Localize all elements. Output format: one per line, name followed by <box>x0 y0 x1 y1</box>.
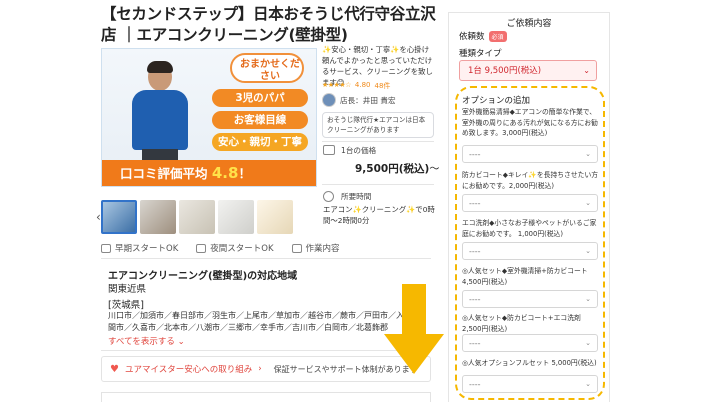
divider <box>322 184 434 185</box>
request-count: 依頼数 必須 <box>459 30 507 42</box>
safety-banner[interactable]: ♥ ユアマイスター安心への取り組み › 保証サービスやサポート体制があります <box>101 356 431 382</box>
option-select[interactable]: ---- ⌄ <box>462 194 598 212</box>
next-section <box>101 392 431 402</box>
option-select[interactable]: ---- ⌄ <box>462 290 598 308</box>
chevron-down-icon: ⌄ <box>585 339 591 347</box>
chevron-down-icon: ⌄ <box>585 380 591 388</box>
tool-icon <box>291 243 302 253</box>
option-description: 室外機簡易清掃◆エアコンの簡単な作業で、室外機の周りにある汚れが気になる方にお勧… <box>462 108 598 137</box>
heart-icon: ♥ <box>110 363 119 375</box>
option-select[interactable]: ---- ⌄ <box>462 375 598 393</box>
feature-row: 早期スタートOK 夜間スタートOK 作業内容 <box>101 242 431 254</box>
moon-icon <box>196 243 207 253</box>
duration-text: エアコン✨クリーニング✨で0時間〜2時間0分 <box>323 205 435 225</box>
star-rating-icon: ★★★★☆ <box>322 81 351 89</box>
hero-rating-banner: 口コミ評価平均 4.8！ <box>102 160 316 186</box>
shop-manager[interactable]: 店長：井田 貴宏 <box>322 93 396 107</box>
option-description: ◎人気セット◆室外機清掃+防カビコート 4,500円(税込) <box>462 267 588 286</box>
safety-link[interactable]: ユアマイスター安心への取り組み <box>125 363 252 375</box>
thumbnail[interactable] <box>218 200 254 234</box>
banner-value: 4.8 <box>211 164 239 182</box>
banner-suffix: ！ <box>238 166 251 181</box>
chevron-down-icon: ⌄ <box>585 199 591 207</box>
hero-tag-customer: お客様目線 <box>212 111 308 129</box>
hero-image[interactable]: おまかせください 3児のパパ お客様目線 安心・親切・丁寧 口コミ評価平均 4.… <box>101 48 317 187</box>
option-select[interactable]: ---- ⌄ <box>462 242 598 260</box>
divider <box>101 350 431 351</box>
chevron-down-icon: ⌄ <box>585 247 591 255</box>
option-description: 防カビコート◆キレイ✨を長持ちさせたい方にお勧めです。2,000円(税込) <box>462 171 599 190</box>
thumbnail[interactable] <box>101 200 137 234</box>
thumbnail[interactable] <box>140 200 176 234</box>
required-badge: 必須 <box>488 30 507 42</box>
option-select[interactable]: ---- ⌄ <box>462 334 598 352</box>
price-label: 1台の価格 <box>341 146 377 155</box>
plan-select[interactable]: 1台 9,500円(税込) ⌄ <box>459 60 597 81</box>
option-description: ◎人気オプションフルセット 5,000円(税込) <box>462 359 597 367</box>
thumbnail-strip <box>101 200 317 234</box>
banner-prefix: 口コミ評価平均 <box>120 166 208 181</box>
hero-tag-safe: 安心・親切・丁寧 <box>212 133 308 151</box>
area-region: 関東近県 <box>108 284 147 295</box>
chevron-down-icon: ⌄ <box>585 295 591 303</box>
speech-bubble-text: おまかせください <box>240 59 300 82</box>
avatar <box>322 93 336 107</box>
thumbnail[interactable] <box>257 200 293 234</box>
divider <box>101 258 431 259</box>
options-title: オプションの追加 <box>462 96 531 106</box>
duration-label: 所要時間 <box>341 192 372 201</box>
review-count[interactable]: 48件 <box>374 81 390 91</box>
feature-early: 早期スタートOK <box>101 242 178 254</box>
clock-icon <box>323 191 334 202</box>
chevron-down-icon: ⌄ <box>585 150 591 158</box>
yen-icon <box>323 145 335 155</box>
area-cities: 川口市／加須市／春日部市／羽生市／上尾市／草加市／越谷市／蕨市／戸田市／入間市／… <box>108 311 404 332</box>
area-prefecture: [茨城県] <box>108 300 144 311</box>
manager-label: 店長：井田 貴宏 <box>340 95 396 105</box>
down-arrow-icon <box>384 284 444 374</box>
chevron-down-icon: ⌄ <box>583 66 590 75</box>
option-select[interactable]: ---- ⌄ <box>462 145 598 163</box>
hero-tag-father: 3児のパパ <box>212 89 308 107</box>
rating[interactable]: ★★★★☆ 4.80 48件 <box>322 81 390 91</box>
area-title: エアコンクリーニング(壁掛型)の対応地域 <box>108 271 298 282</box>
plan-label: 種類タイプ <box>459 49 502 59</box>
option-description: ◎人気セット◆防カビコート+エコ洗剤 2,500円(税込) <box>462 314 581 333</box>
rating-score: 4.80 <box>354 81 371 89</box>
show-all-link[interactable]: すべてを表示する ⌄ <box>108 335 185 347</box>
feature-work: 作業内容 <box>291 242 340 254</box>
staff-photo <box>130 61 190 175</box>
page-title: 【セカンドステップ】日本おそうじ代行守谷立沢店 ｜エアコンクリーニング(壁掛型) <box>101 5 436 44</box>
divider <box>322 141 434 142</box>
clock-icon <box>101 243 111 253</box>
price-value: 9,500円(税込)〜 <box>355 163 440 175</box>
option-description: エコ洗剤◆小さなお子様やペットがいるご家庭にお勧めです。 1,000円(税込) <box>462 219 597 238</box>
feature-night: 夜間スタートOK <box>196 242 274 254</box>
thumbnail[interactable] <box>179 200 215 234</box>
panel-title: ご依頼内容 <box>506 19 552 29</box>
chevron-right-icon: › <box>258 364 262 374</box>
shop-note: おそうじ隊代行★エアコンは日本クリーニングがあります <box>322 112 434 138</box>
